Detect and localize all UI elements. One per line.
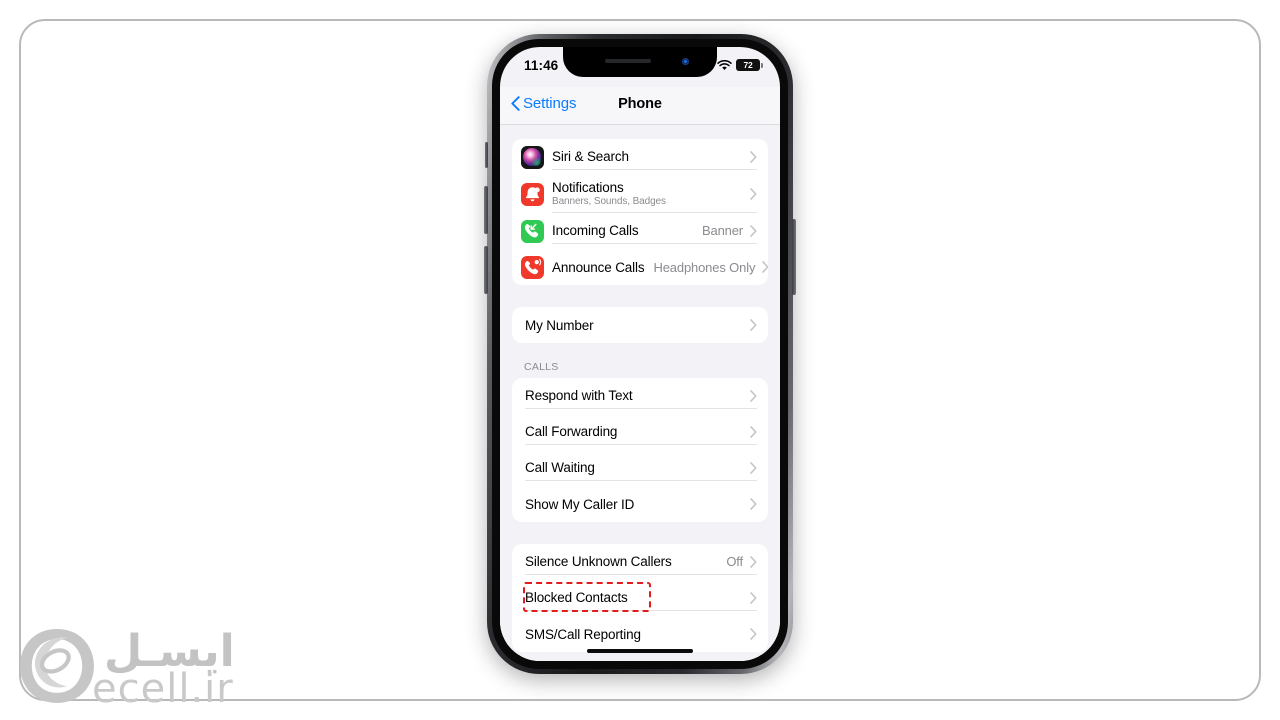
chevron-right-icon	[750, 591, 757, 604]
screenshot-canvas: ایسـل ecell.ir 11:46 72 Settings Phone S…	[0, 0, 1280, 720]
list-item-incoming-calls[interactable]: Incoming Calls Banner	[512, 213, 768, 249]
earpiece-speaker	[605, 59, 651, 63]
list-item-label: SMS/Call Reporting	[525, 626, 641, 642]
list-item-respond-with-text[interactable]: Respond with Text	[512, 378, 768, 414]
row-icon-slot	[512, 145, 552, 169]
chevron-right-icon	[750, 461, 757, 474]
navbar-divider	[500, 124, 780, 125]
settings-group-calls: Respond with Text Call Forwarding Call W…	[512, 378, 768, 522]
status-bar-time: 11:46	[524, 58, 559, 73]
row-content: Blocked Contacts	[525, 585, 757, 611]
row-content: Show My Caller ID	[525, 492, 757, 517]
list-item-value: Banner	[701, 223, 743, 238]
chevron-right-icon	[750, 150, 757, 163]
row-content: Respond with Text	[525, 383, 757, 409]
list-item-label: Incoming Calls	[552, 223, 639, 238]
row-content: Announce Calls Headphones Only	[552, 255, 768, 280]
chevron-right-icon	[750, 319, 757, 331]
list-item-label: Silence Unknown Callers	[525, 554, 672, 569]
list-item-call-waiting[interactable]: Call Waiting	[512, 450, 768, 486]
row-icon-slot	[512, 182, 552, 206]
battery-indicator: 72	[736, 59, 763, 71]
chevron-right-icon	[750, 224, 757, 237]
list-item-value: Headphones Only	[653, 259, 756, 275]
row-content: Siri & Search	[552, 144, 757, 170]
row-icon-slot	[512, 219, 552, 243]
list-item-label: Call Waiting	[525, 460, 595, 475]
page-title: Phone	[618, 96, 662, 112]
settings-group-blocking: Silence Unknown Callers Off Blocked Cont…	[512, 544, 768, 652]
list-item-my-number[interactable]: My Number	[512, 307, 768, 343]
row-content: Notifications Banners, Sounds, Badges	[552, 175, 757, 213]
list-item-label: Show My Caller ID	[525, 496, 635, 512]
list-item-show-my-caller-id[interactable]: Show My Caller ID	[512, 486, 768, 522]
chevron-right-icon	[750, 628, 757, 640]
row-content: Silence Unknown Callers Off	[525, 549, 757, 575]
list-item-label: Blocked Contacts	[525, 590, 628, 605]
notifications-bell-icon	[520, 182, 544, 206]
list-item-notifications[interactable]: Notifications Banners, Sounds, Badges	[512, 175, 768, 213]
row-icon-slot	[512, 255, 552, 279]
siri-icon	[520, 145, 544, 169]
chevron-right-icon	[750, 389, 757, 402]
iphone-device-mockup: 11:46 72 Settings Phone Siri & Search No…	[484, 34, 796, 674]
announce-calls-icon	[520, 255, 544, 279]
home-indicator[interactable]	[587, 649, 693, 653]
chevron-right-icon	[750, 555, 757, 568]
list-item-label: Notifications	[552, 180, 624, 195]
incoming-call-icon	[520, 219, 544, 243]
list-item-label: Siri & Search	[552, 149, 629, 164]
navigation-bar: Settings Phone	[500, 87, 780, 125]
section-header-calls: CALLS	[524, 361, 559, 373]
device-notch	[563, 47, 717, 77]
settings-group-app: Siri & Search Notifications Banners, Sou…	[512, 139, 768, 285]
row-content: My Number	[525, 313, 757, 338]
volume-up-button[interactable]	[484, 186, 488, 234]
row-content: Call Waiting	[525, 455, 757, 481]
settings-list[interactable]: Siri & Search Notifications Banners, Sou…	[500, 125, 780, 661]
settings-group-my-number: My Number	[512, 307, 768, 343]
list-item-label: My Number	[525, 317, 594, 333]
list-item-call-forwarding[interactable]: Call Forwarding	[512, 414, 768, 450]
chevron-right-icon	[750, 187, 757, 200]
chevron-right-icon	[762, 261, 768, 273]
list-item-subtitle: Banners, Sounds, Badges	[552, 196, 666, 207]
list-item-siri-search[interactable]: Siri & Search	[512, 139, 768, 175]
chevron-right-icon	[750, 425, 757, 438]
power-button[interactable]	[792, 219, 796, 295]
battery-percent-label: 72	[743, 60, 753, 70]
phone-screen: 11:46 72 Settings Phone Siri & Search No…	[500, 47, 780, 661]
chevron-right-icon	[750, 498, 757, 510]
wifi-icon	[717, 59, 732, 70]
list-item-silence-unknown-callers[interactable]: Silence Unknown Callers Off	[512, 544, 768, 580]
front-camera-icon	[682, 58, 689, 65]
list-item-announce-calls[interactable]: Announce Calls Headphones Only	[512, 249, 768, 285]
list-item-blocked-contacts[interactable]: Blocked Contacts	[512, 580, 768, 616]
list-item-label: Respond with Text	[525, 388, 633, 403]
row-content: Incoming Calls Banner	[552, 218, 757, 244]
list-item-value: Off	[726, 554, 743, 569]
list-item-label: Announce Calls	[552, 259, 645, 275]
list-item-sms-call-reporting[interactable]: SMS/Call Reporting	[512, 616, 768, 652]
row-content: Call Forwarding	[525, 419, 757, 445]
row-content: SMS/Call Reporting	[525, 622, 757, 647]
silent-switch-button[interactable]	[485, 142, 488, 168]
list-item-label: Call Forwarding	[525, 424, 618, 439]
volume-down-button[interactable]	[484, 246, 488, 294]
